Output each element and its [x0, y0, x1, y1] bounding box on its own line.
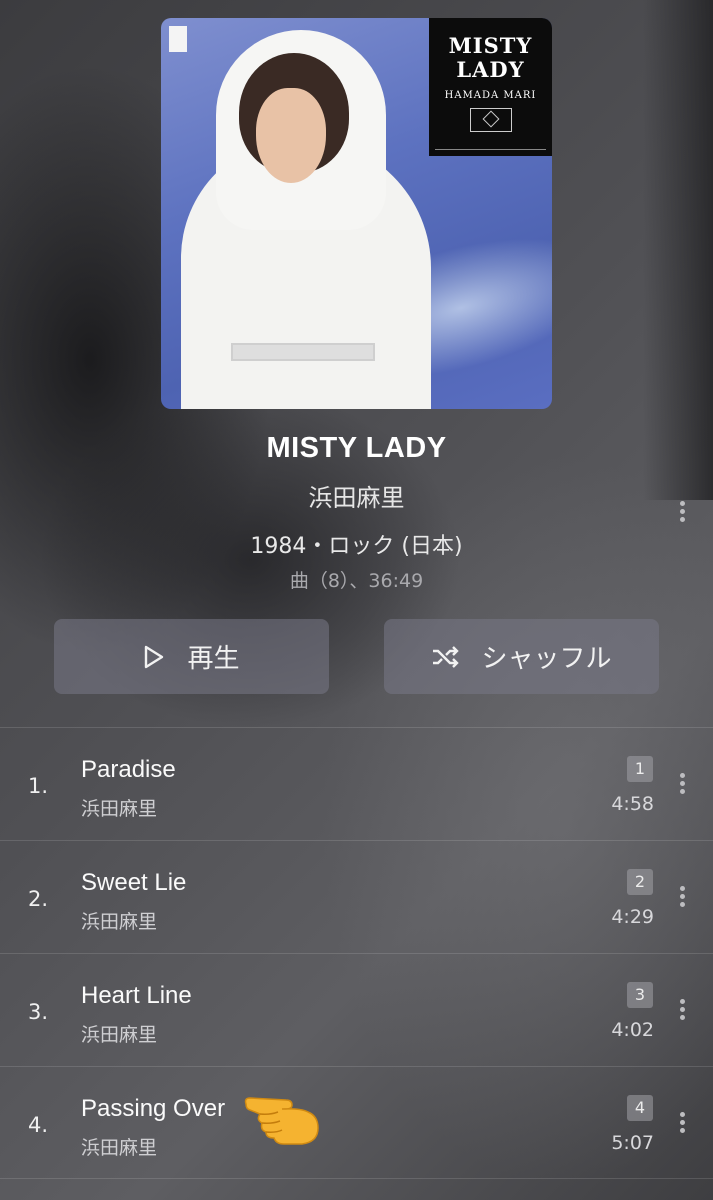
track-duration: 4:58	[611, 793, 654, 815]
track-index-badge: 1	[627, 756, 653, 782]
more-vertical-icon	[679, 885, 685, 891]
track-index-badge: 3	[627, 982, 653, 1008]
track-artist: 浜田麻里	[81, 911, 158, 933]
track-index-badge: 2	[627, 869, 653, 895]
track-more-button[interactable]	[672, 994, 692, 1024]
track-duration: 4:02	[611, 1019, 654, 1041]
divider	[0, 1178, 713, 1179]
cover-title-box: MISTY LADY HAMADA MARI	[429, 18, 552, 156]
track-row[interactable]: 1. Paradise 浜田麻里 1 4:58	[0, 728, 713, 840]
shuffle-icon	[433, 645, 460, 668]
more-dot	[679, 901, 685, 907]
track-more-button[interactable]	[672, 881, 692, 911]
album-title: MISTY LADY	[266, 432, 447, 464]
track-row[interactable]: 3. Heart Line 浜田麻里 3 4:02	[0, 954, 713, 1066]
track-title: Paradise	[81, 756, 176, 783]
album-more-button[interactable]	[672, 496, 692, 526]
track-number: 2.	[28, 887, 49, 911]
track-artist: 浜田麻里	[81, 1137, 158, 1159]
shuffle-button[interactable]: シャッフル	[384, 619, 659, 694]
play-label: 再生	[187, 644, 240, 674]
cover-title: MISTY LADY	[448, 33, 533, 82]
track-number: 4.	[28, 1113, 49, 1137]
track-title: Sweet Lie	[81, 869, 187, 896]
play-icon	[145, 645, 164, 668]
track-duration: 4:29	[611, 906, 654, 928]
more-vertical-icon	[679, 1111, 685, 1117]
track-row[interactable]: 2. Sweet Lie 浜田麻里 2 4:29	[0, 841, 713, 953]
album-cover: MISTY LADY HAMADA MARI	[161, 18, 552, 409]
background-shadow	[643, 0, 713, 500]
more-dot	[679, 1014, 685, 1020]
more-vertical-icon	[679, 500, 685, 506]
more-vertical-icon	[679, 998, 685, 1004]
cover-emblem	[469, 108, 512, 132]
track-artist: 浜田麻里	[81, 1024, 158, 1046]
label-logo	[169, 26, 187, 52]
more-dot	[679, 1006, 685, 1012]
album-meta: 1984・ロック (日本)	[250, 534, 463, 559]
cover-belt	[231, 343, 375, 361]
album-artist[interactable]: 浜田麻里	[0, 478, 713, 513]
more-dot	[679, 893, 685, 899]
track-number: 3.	[28, 1000, 49, 1024]
cover-rule	[435, 149, 546, 150]
cover-artist: HAMADA MARI	[444, 90, 537, 101]
more-dot	[679, 1119, 685, 1125]
more-dot	[679, 508, 685, 514]
track-more-button[interactable]	[672, 1107, 692, 1137]
track-title: Passing Over	[81, 1095, 226, 1122]
more-dot	[679, 516, 685, 522]
more-vertical-icon	[679, 772, 685, 778]
track-artist: 浜田麻里	[81, 798, 158, 820]
more-dot	[679, 1127, 685, 1133]
track-number: 1.	[28, 774, 49, 798]
track-row[interactable]: 4. Passing Over 浜田麻里 4 5:07	[0, 1067, 713, 1179]
track-duration: 5:07	[611, 1132, 654, 1154]
shuffle-label: シャッフル	[481, 644, 612, 674]
track-more-button[interactable]	[672, 768, 692, 798]
track-index-badge: 4	[627, 1095, 653, 1121]
cover-figure-face	[256, 88, 326, 183]
more-dot	[679, 788, 685, 794]
play-button[interactable]: 再生	[54, 619, 329, 694]
more-dot	[679, 780, 685, 786]
pointing-hand-icon	[244, 1097, 319, 1145]
album-stats: 曲（8）、36:49	[289, 570, 424, 592]
track-title: Heart Line	[81, 982, 192, 1009]
